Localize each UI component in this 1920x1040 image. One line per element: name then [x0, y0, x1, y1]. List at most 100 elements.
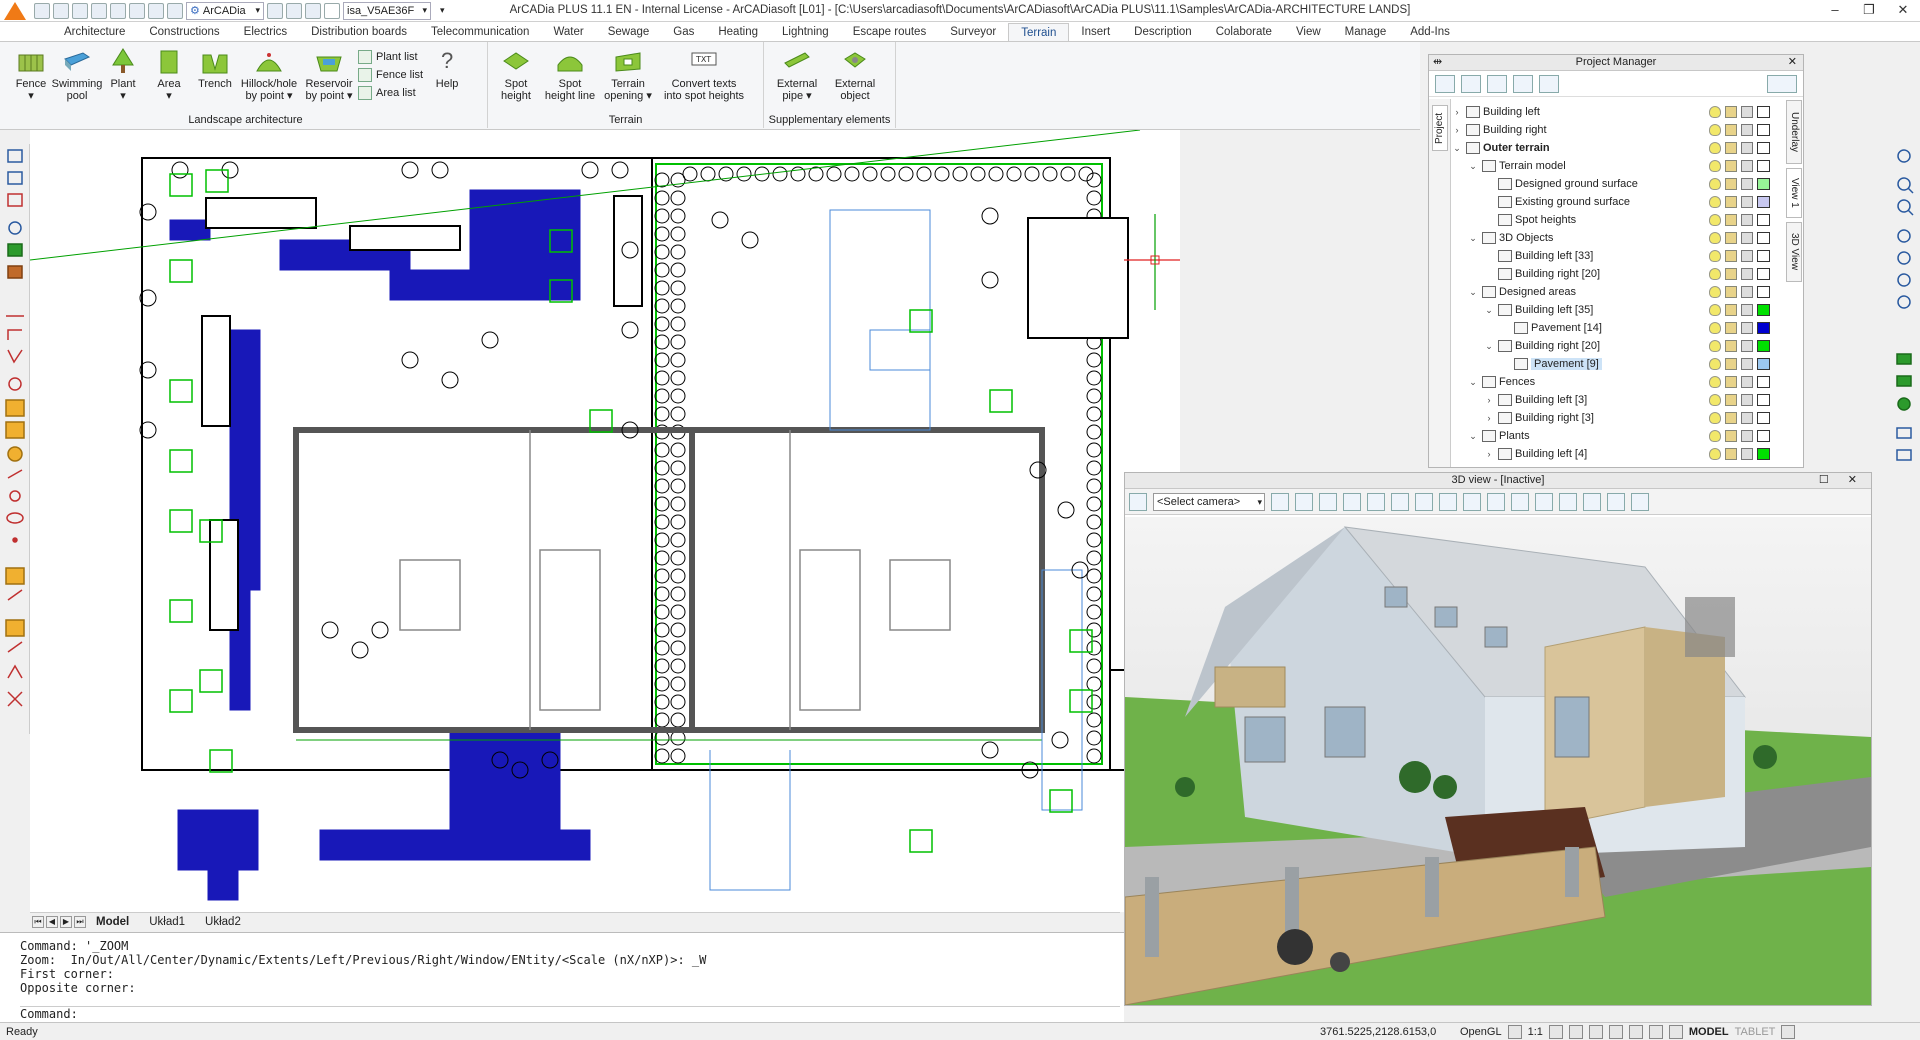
visibility-bulb-icon[interactable]: [1709, 394, 1721, 406]
layer-color-swatch[interactable]: [1757, 394, 1770, 406]
lock-icon[interactable]: [1725, 448, 1737, 460]
3d-tool-icon-10[interactable]: [1487, 492, 1505, 511]
3d-tool-icon-1[interactable]: [1271, 492, 1289, 511]
lineweight-icon[interactable]: [1668, 1024, 1683, 1039]
tree-item[interactable]: › Building left: [1451, 103, 1801, 121]
visibility-bulb-icon[interactable]: [1709, 340, 1721, 352]
tree-item[interactable]: ⌄ Building right [20]: [1451, 337, 1801, 355]
print-icon[interactable]: [1741, 214, 1753, 226]
next-layout-button[interactable]: ▶: [60, 915, 72, 928]
osnap-icon[interactable]: [1628, 1024, 1643, 1039]
3d-tool-icon-15[interactable]: [1607, 492, 1625, 511]
lock-icon[interactable]: [1725, 232, 1737, 244]
pm-link-icon[interactable]: [1513, 74, 1533, 93]
plant-dropdown[interactable]: ▾: [120, 90, 126, 102]
print-icon[interactable]: [1741, 160, 1753, 172]
tab-terrain[interactable]: Terrain: [1008, 23, 1070, 41]
opengl-toggle[interactable]: OpenGL: [1460, 1026, 1502, 1038]
layer-color-swatch[interactable]: [1757, 178, 1770, 190]
visibility-bulb-icon[interactable]: [1709, 160, 1721, 172]
tab-heating[interactable]: Heating: [706, 23, 770, 41]
tree-item[interactable]: Designed ground surface: [1451, 175, 1801, 193]
fence-list-button[interactable]: Fence list: [358, 68, 423, 82]
pm-new-icon[interactable]: [1435, 74, 1455, 93]
terrain-opening-dropdown[interactable]: opening ▾: [604, 90, 652, 102]
bulb-icon[interactable]: [34, 2, 50, 19]
layer-color-swatch[interactable]: [1757, 268, 1770, 280]
workspace-combo[interactable]: ⚙ ArCADia ▾: [186, 1, 264, 20]
print-icon[interactable]: [110, 2, 126, 19]
tab-constructions[interactable]: Constructions: [137, 23, 231, 41]
visibility-bulb-icon[interactable]: [1709, 142, 1721, 154]
lock-icon[interactable]: [1725, 304, 1737, 316]
tree-item[interactable]: › Building right: [1451, 121, 1801, 139]
expand-icon[interactable]: ⌄: [1467, 377, 1479, 388]
floor-plan-drawing[interactable]: [29, 129, 1270, 912]
tab-view[interactable]: View: [1284, 23, 1333, 41]
tab-underlay[interactable]: Underlay: [1786, 100, 1802, 164]
lock-icon[interactable]: [1725, 106, 1737, 118]
tab-telecommunication[interactable]: Telecommunication: [419, 23, 541, 41]
layer-color-swatch[interactable]: [1757, 106, 1770, 118]
print-icon[interactable]: [1741, 142, 1753, 154]
visibility-bulb-icon[interactable]: [1709, 268, 1721, 280]
visibility-bulb-icon[interactable]: [1709, 232, 1721, 244]
layer-combo[interactable]: isa_V5AE36F ▾: [343, 1, 431, 20]
3d-tool-icon-16[interactable]: [1631, 492, 1649, 511]
tab-insert[interactable]: Insert: [1069, 23, 1122, 41]
tab-uklad2[interactable]: Układ2: [195, 916, 251, 928]
layer-sun-icon[interactable]: [286, 2, 302, 19]
lock-icon[interactable]: [1725, 358, 1737, 370]
tree-item[interactable]: Building left [33]: [1451, 247, 1801, 265]
lock-icon[interactable]: [1725, 268, 1737, 280]
expand-icon[interactable]: ⌄: [1451, 143, 1463, 154]
reservoir-dropdown[interactable]: by point ▾: [305, 90, 352, 102]
new-file-icon[interactable]: [53, 2, 69, 19]
3d-tool-icon-5[interactable]: [1367, 492, 1385, 511]
visibility-bulb-icon[interactable]: [1709, 250, 1721, 262]
print-icon[interactable]: [1741, 394, 1753, 406]
visibility-bulb-icon[interactable]: [1709, 376, 1721, 388]
undo-icon[interactable]: [129, 2, 145, 19]
tree-item[interactable]: ⌄ Terrain model: [1451, 157, 1801, 175]
visibility-bulb-icon[interactable]: [1709, 124, 1721, 136]
lock-icon[interactable]: [1725, 286, 1737, 298]
tree-item[interactable]: › Building right [3]: [1451, 409, 1801, 427]
print-icon[interactable]: [1741, 358, 1753, 370]
annotation-icon[interactable]: [1507, 1024, 1522, 1039]
expand-icon[interactable]: ›: [1483, 449, 1495, 459]
lock-icon[interactable]: [1725, 430, 1737, 442]
expand-icon[interactable]: ⌄: [1467, 431, 1479, 442]
camera-select[interactable]: <Select camera> ▾: [1153, 492, 1265, 511]
view-3d-scene[interactable]: [1124, 517, 1871, 1006]
visibility-bulb-icon[interactable]: [1709, 286, 1721, 298]
area-list-button[interactable]: Area list: [358, 86, 423, 100]
command-input[interactable]: Command:: [20, 1006, 1120, 1021]
expand-icon[interactable]: ⌄: [1467, 287, 1479, 298]
grid-icon[interactable]: [1548, 1024, 1563, 1039]
3d-tool-icon-13[interactable]: [1559, 492, 1577, 511]
layer-color-swatch[interactable]: [1757, 214, 1770, 226]
lock-icon[interactable]: [1725, 340, 1737, 352]
lock-icon[interactable]: [1725, 124, 1737, 136]
3d-tool-icon-8[interactable]: [1439, 492, 1457, 511]
fence-dropdown[interactable]: ▾: [28, 90, 34, 102]
3d-tool-icon-14[interactable]: [1583, 492, 1601, 511]
layer-color-swatch[interactable]: [1757, 430, 1770, 442]
first-layout-button[interactable]: ⏮: [32, 915, 44, 928]
tree-item[interactable]: Existing ground surface: [1451, 193, 1801, 211]
lock-icon[interactable]: [1725, 160, 1737, 172]
model-toggle[interactable]: MODEL: [1689, 1026, 1729, 1038]
tree-item[interactable]: ⌄ Fences: [1451, 373, 1801, 391]
layer-color-swatch[interactable]: [1757, 340, 1770, 352]
lock-icon[interactable]: [1725, 376, 1737, 388]
expand-icon[interactable]: ›: [1451, 107, 1463, 117]
tab-electrics[interactable]: Electrics: [232, 23, 299, 41]
tablet-toggle[interactable]: TABLET: [1735, 1026, 1776, 1038]
print-icon[interactable]: [1741, 178, 1753, 190]
hillock-dropdown[interactable]: by point ▾: [245, 90, 292, 102]
print-icon[interactable]: [1741, 196, 1753, 208]
layer-color-swatch[interactable]: [1757, 286, 1770, 298]
visibility-bulb-icon[interactable]: [1709, 196, 1721, 208]
tab-add-ins[interactable]: Add-Ins: [1398, 23, 1462, 41]
